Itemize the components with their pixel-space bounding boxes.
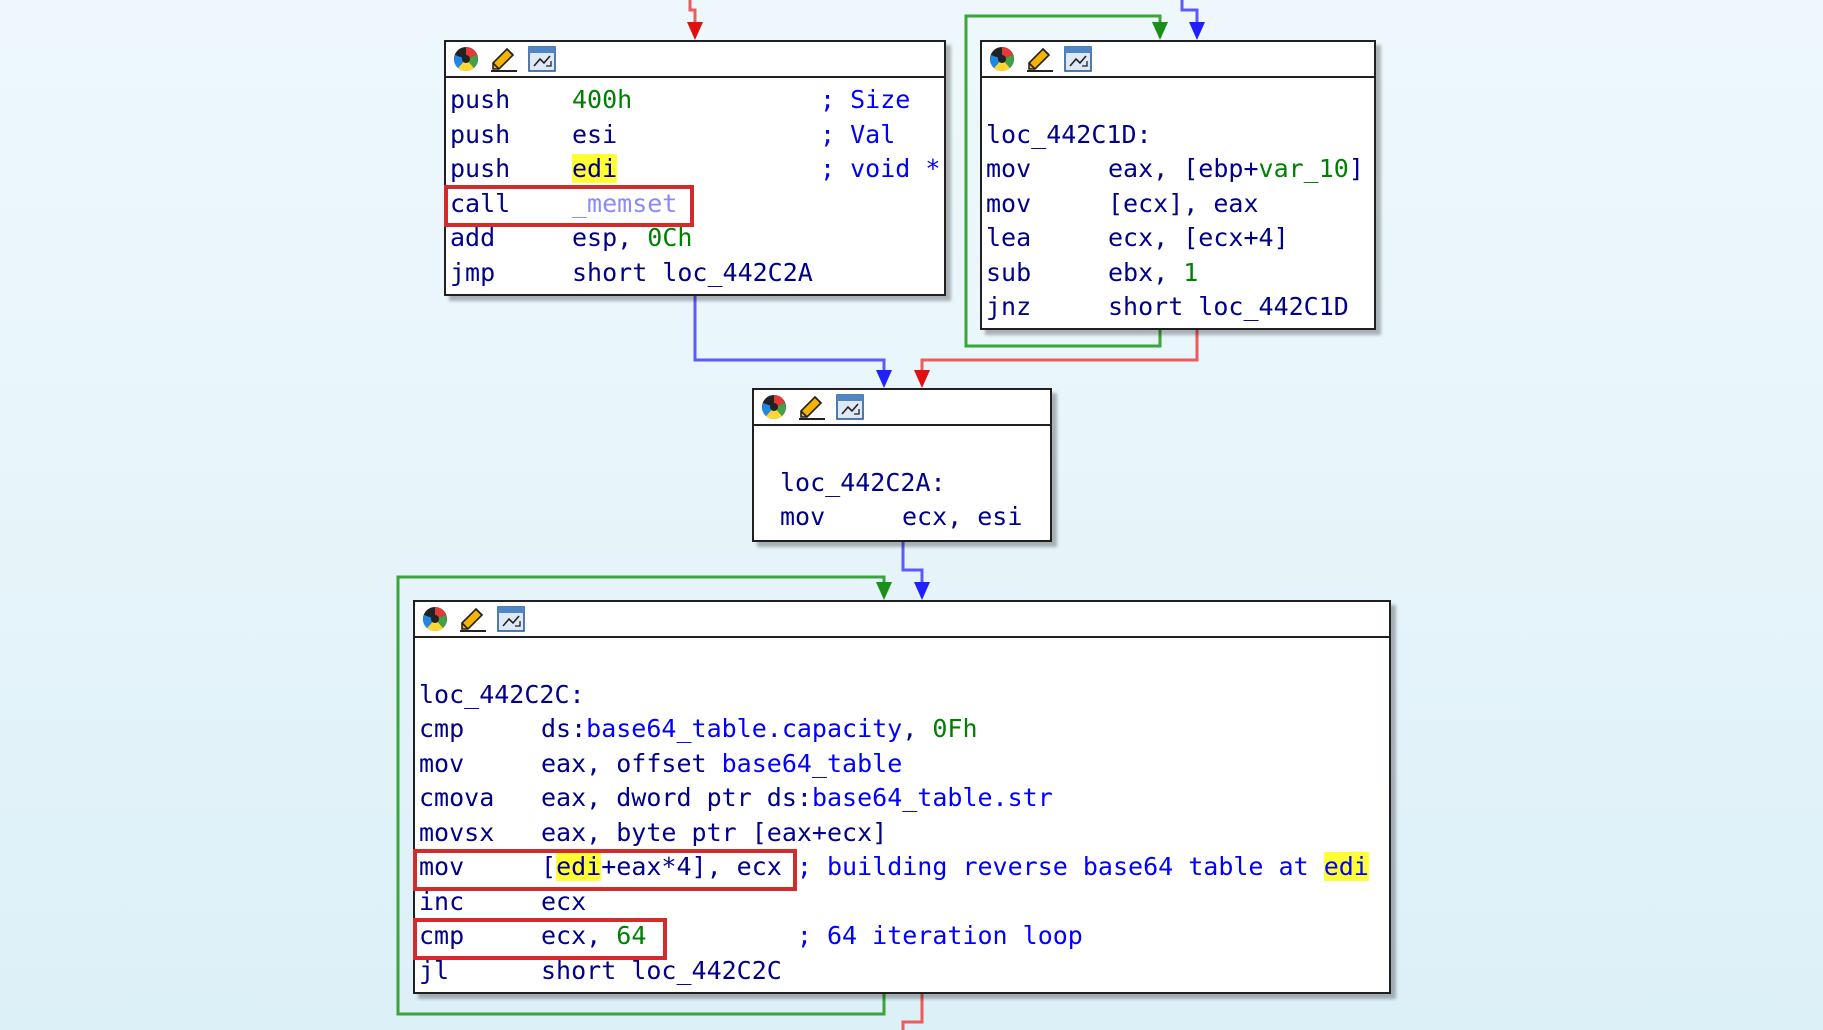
asm-line[interactable]: cmova eax, dword ptr ds:base64_table.str <box>419 781 1389 816</box>
rename-pencil-icon[interactable] <box>457 604 489 634</box>
edge-memset-to-442C2A-blue <box>693 296 892 388</box>
asm-line[interactable]: mov eax, offset base64_table <box>419 747 1389 782</box>
color-wheel-icon[interactable] <box>450 44 482 74</box>
asm-line[interactable]: jmp short loc_442C2A <box>450 256 944 291</box>
code-label[interactable]: loc_442C2A: <box>780 466 1050 501</box>
node-body: loc_442C1D: mov eax, [ebp+var_10] mov [ecx… <box>982 78 1374 325</box>
asm-line[interactable]: push esi; Val <box>450 118 944 153</box>
asm-line[interactable]: push edi; void * <box>450 152 944 187</box>
rename-pencil-icon[interactable] <box>488 44 520 74</box>
node-body: loc_442C2A: mov ecx, esi <box>754 426 1050 535</box>
asm-line[interactable]: push 400h; Size <box>450 83 944 118</box>
edge-out-442C2C-red <box>901 994 924 1030</box>
node-header <box>415 602 1389 638</box>
code-block-loc-442C1D[interactable]: loc_442C1D: mov eax, [ebp+var_10] mov [ecx… <box>980 40 1376 330</box>
asm-line[interactable]: sub ebx, 1 <box>986 256 1374 291</box>
asm-line[interactable]: jnz short loc_442C1D <box>986 290 1374 325</box>
asm-line[interactable]: lea ecx, [ecx+4] <box>986 221 1374 256</box>
node-body: push 400h; Size push esi; Val push edi; voi… <box>446 78 944 290</box>
color-wheel-icon[interactable] <box>419 604 451 634</box>
asm-line[interactable]: mov [edi+eax*4], ecx ; building reverse b… <box>419 850 1389 885</box>
asm-line[interactable]: mov eax, [ebp+var_10] <box>986 152 1374 187</box>
code-block-loc-442C2C[interactable]: loc_442C2C: cmp ds:base64_table.capacity,… <box>413 600 1391 994</box>
asm-line-blank <box>780 431 1050 466</box>
edge-442C1D-to-442C2A-red <box>914 330 1199 388</box>
asm-line[interactable]: mov ecx, esi <box>780 500 1050 535</box>
asm-line-blank <box>419 643 1389 678</box>
asm-line[interactable]: add esp, 0Ch <box>450 221 944 256</box>
color-wheel-icon[interactable] <box>758 392 790 422</box>
asm-line[interactable]: jl short loc_442C2C <box>419 954 1389 989</box>
node-header <box>446 42 944 78</box>
code-block-loc-442C2A[interactable]: loc_442C2A: mov ecx, esi <box>752 388 1052 542</box>
asm-line[interactable]: cmp ds:base64_table.capacity, 0Fh <box>419 712 1389 747</box>
edge-into-442C1D-blue <box>1180 0 1205 40</box>
node-header <box>754 390 1050 426</box>
asm-line[interactable]: movsx eax, byte ptr [eax+ecx] <box>419 816 1389 851</box>
graph-overview-icon[interactable] <box>834 392 866 422</box>
graph-overview-icon[interactable] <box>1062 44 1094 74</box>
edge-442C2A-to-442C2C-blue <box>901 542 930 600</box>
graph-overview-icon[interactable] <box>495 604 527 634</box>
code-block-memset[interactable]: push 400h; Size push esi; Val push edi; voi… <box>444 40 946 296</box>
graph-overview-icon[interactable] <box>526 44 558 74</box>
code-label[interactable]: loc_442C2C: <box>419 678 1389 713</box>
rename-pencil-icon[interactable] <box>796 392 828 422</box>
color-wheel-icon[interactable] <box>986 44 1018 74</box>
code-label[interactable]: loc_442C1D: <box>986 118 1374 153</box>
rename-pencil-icon[interactable] <box>1024 44 1056 74</box>
asm-line[interactable]: mov [ecx], eax <box>986 187 1374 222</box>
asm-line[interactable]: cmp ecx, 64 ; 64 iteration loop <box>419 919 1389 954</box>
asm-line-blank <box>986 83 1374 118</box>
node-body: loc_442C2C: cmp ds:base64_table.capacity,… <box>415 638 1389 988</box>
edge-into-memset-node <box>687 0 703 40</box>
asm-line[interactable]: call _memset <box>450 187 944 222</box>
node-header <box>982 42 1374 78</box>
asm-line[interactable]: inc ecx <box>419 885 1389 920</box>
